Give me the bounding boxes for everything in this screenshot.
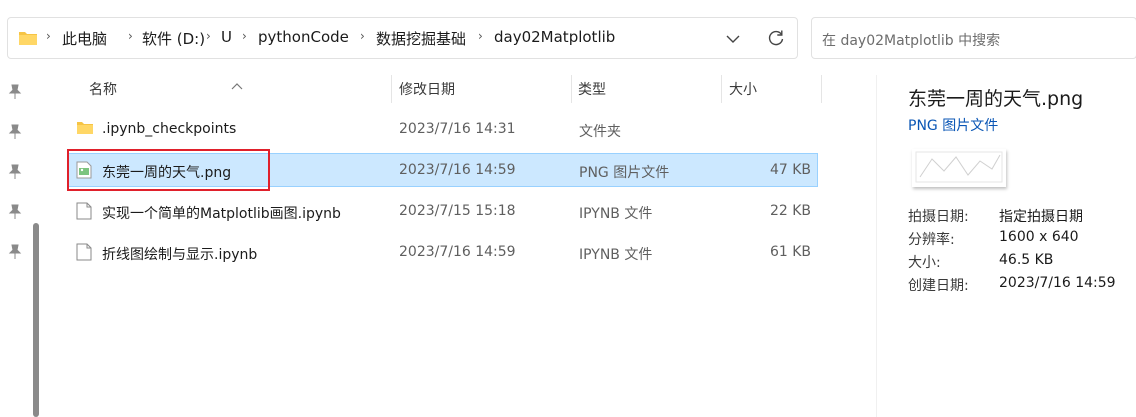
breadcrumb-drive-d[interactable]: 软件 (D:) bbox=[142, 28, 205, 49]
file-name: 实现一个简单的Matplotlib画图.ipynb bbox=[102, 206, 341, 222]
file-type: PNG 图片文件 bbox=[579, 165, 670, 181]
details-file-type: PNG 图片文件 bbox=[908, 118, 999, 134]
breadcrumb-day02matplotlib[interactable]: day02Matplotlib bbox=[494, 28, 615, 46]
property-value: 指定拍摄日期 bbox=[999, 209, 1083, 225]
column-header-size[interactable]: 大小 bbox=[729, 79, 757, 99]
column-header-type[interactable]: 类型 bbox=[578, 79, 606, 99]
file-date: 2023/7/15 15:18 bbox=[399, 203, 516, 219]
nav-scrollbar[interactable] bbox=[33, 223, 39, 417]
file-row[interactable]: 折线图绘制与显示.ipynb 2023/7/16 14:59 IPYNB 文件 … bbox=[67, 235, 818, 269]
search-placeholder: 在 day02Matplotlib 中搜索 bbox=[822, 33, 1001, 49]
file-size: 61 KB bbox=[769, 244, 811, 260]
chevron-right-icon[interactable]: › bbox=[478, 29, 483, 43]
column-divider[interactable] bbox=[821, 75, 822, 103]
chevron-right-icon[interactable]: › bbox=[206, 29, 211, 43]
breadcrumb-pythoncode[interactable]: pythonCode bbox=[258, 28, 349, 46]
chevron-down-icon[interactable] bbox=[725, 31, 741, 50]
top-bar: › 此电脑 › 软件 (D:) › U › pythonCode › 数据挖掘基… bbox=[0, 0, 1136, 75]
sort-ascending-icon bbox=[231, 75, 243, 94]
property-value: 1600 x 640 bbox=[999, 229, 1079, 245]
pin-icon[interactable] bbox=[8, 84, 22, 104]
file-name: 折线图绘制与显示.ipynb bbox=[102, 247, 258, 263]
file-list: 名称 修改日期 类型 大小 .ipynb_checkpoints 2023/7/… bbox=[51, 75, 875, 417]
pin-icon[interactable] bbox=[8, 124, 22, 144]
breadcrumb-this-pc[interactable]: 此电脑 bbox=[62, 28, 107, 49]
search-input[interactable]: 在 day02Matplotlib 中搜索 bbox=[811, 17, 1136, 59]
property-label: 大小: bbox=[908, 255, 941, 271]
column-divider[interactable] bbox=[721, 75, 722, 103]
property-label: 分辨率: bbox=[908, 232, 955, 248]
document-icon bbox=[76, 243, 92, 265]
file-type: IPYNB 文件 bbox=[579, 206, 653, 222]
file-type: IPYNB 文件 bbox=[579, 247, 653, 263]
details-title: 东莞一周的天气.png bbox=[908, 88, 1084, 110]
pin-icon[interactable] bbox=[8, 204, 22, 224]
file-date: 2023/7/16 14:59 bbox=[399, 162, 516, 178]
file-row[interactable]: .ipynb_checkpoints 2023/7/16 14:31 文件夹 bbox=[67, 112, 818, 146]
folder-icon bbox=[76, 120, 94, 140]
folder-icon bbox=[18, 29, 38, 51]
image-thumbnail[interactable] bbox=[912, 149, 1006, 187]
breadcrumb-u[interactable]: U bbox=[221, 28, 232, 46]
column-divider[interactable] bbox=[391, 75, 392, 103]
file-type: 文件夹 bbox=[579, 124, 621, 140]
file-name: .ipynb_checkpoints bbox=[102, 121, 237, 137]
file-size: 47 KB bbox=[769, 162, 811, 178]
refresh-icon[interactable] bbox=[766, 28, 786, 52]
navigation-pane bbox=[0, 75, 49, 417]
column-divider[interactable] bbox=[571, 75, 572, 103]
property-value: 2023/7/16 14:59 bbox=[999, 275, 1116, 291]
column-header-date[interactable]: 修改日期 bbox=[399, 79, 455, 99]
chevron-right-icon[interactable]: › bbox=[242, 29, 247, 43]
file-size: 22 KB bbox=[769, 203, 811, 219]
address-bar[interactable]: › 此电脑 › 软件 (D:) › U › pythonCode › 数据挖掘基… bbox=[7, 17, 798, 59]
file-date: 2023/7/16 14:31 bbox=[399, 121, 516, 137]
chevron-right-icon[interactable]: › bbox=[360, 29, 365, 43]
pin-icon[interactable] bbox=[8, 164, 22, 184]
document-icon bbox=[76, 202, 92, 224]
pin-icon[interactable] bbox=[8, 244, 22, 264]
annotation-highlight-box bbox=[67, 149, 270, 191]
property-label: 创建日期: bbox=[908, 278, 969, 294]
breadcrumb-data-mining[interactable]: 数据挖掘基础 bbox=[376, 28, 466, 49]
property-value: 46.5 KB bbox=[999, 252, 1054, 268]
property-label: 拍摄日期: bbox=[908, 209, 969, 225]
chevron-right-icon[interactable]: › bbox=[46, 29, 51, 43]
column-header-name[interactable]: 名称 bbox=[89, 79, 117, 99]
chevron-right-icon[interactable]: › bbox=[128, 29, 133, 43]
details-pane: 东莞一周的天气.png PNG 图片文件 拍摄日期: 指定拍摄日期 分辨率: 1… bbox=[876, 75, 1136, 417]
file-row[interactable]: 实现一个简单的Matplotlib画图.ipynb 2023/7/15 15:1… bbox=[67, 194, 818, 228]
file-date: 2023/7/16 14:59 bbox=[399, 244, 516, 260]
